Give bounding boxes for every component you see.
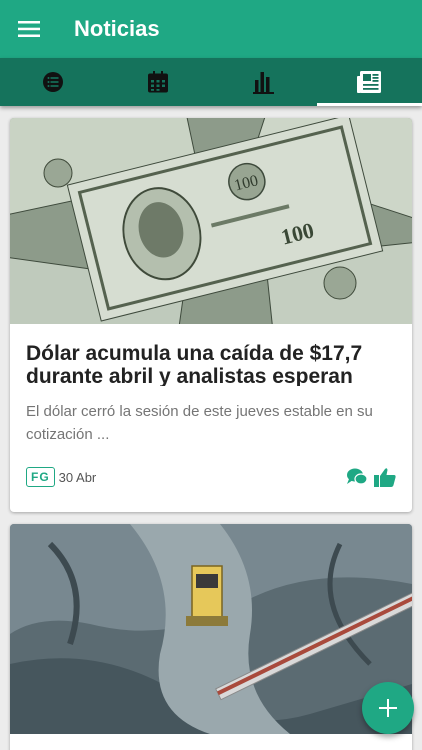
page-title: Noticias: [74, 16, 160, 41]
tab-bar: [0, 58, 422, 106]
list-icon: [42, 72, 63, 92]
news-card[interactable]: [10, 524, 412, 750]
comment-button[interactable]: [346, 467, 368, 487]
article-meta: FG 30 Abr: [26, 464, 396, 490]
article-excerpt: El dólar cerró la sesión de este jueves …: [26, 403, 373, 443]
article-image-mining: [10, 524, 412, 734]
add-button[interactable]: [362, 682, 414, 734]
news-card[interactable]: 100 100 Dólar acumula una caída de $17,7…: [10, 118, 412, 512]
bar-chart-icon: [252, 72, 274, 94]
calendar-icon: [148, 71, 169, 93]
tab-list[interactable]: [0, 58, 106, 106]
newspaper-icon: [357, 71, 382, 93]
news-feed[interactable]: 100 100 Dólar acumula una caída de $17,7…: [0, 106, 422, 750]
article-date: 30 Abr: [58, 469, 97, 485]
app-bar: Noticias: [0, 0, 422, 58]
plus-icon: [379, 699, 397, 717]
article-title[interactable]: Dólar acumula una caída de $17,7 durante…: [26, 342, 396, 386]
tab-calendar[interactable]: [106, 58, 212, 106]
menu-button[interactable]: [0, 0, 58, 58]
article-image-dollar-bills: 100 100: [10, 118, 412, 324]
comments-icon: [347, 468, 368, 485]
tab-news[interactable]: [316, 58, 422, 106]
source-badge: FG: [26, 467, 55, 487]
menu-icon: [18, 21, 40, 37]
like-button[interactable]: [374, 467, 396, 487]
tab-stats[interactable]: [211, 58, 317, 106]
thumbs-up-icon: [374, 468, 396, 487]
